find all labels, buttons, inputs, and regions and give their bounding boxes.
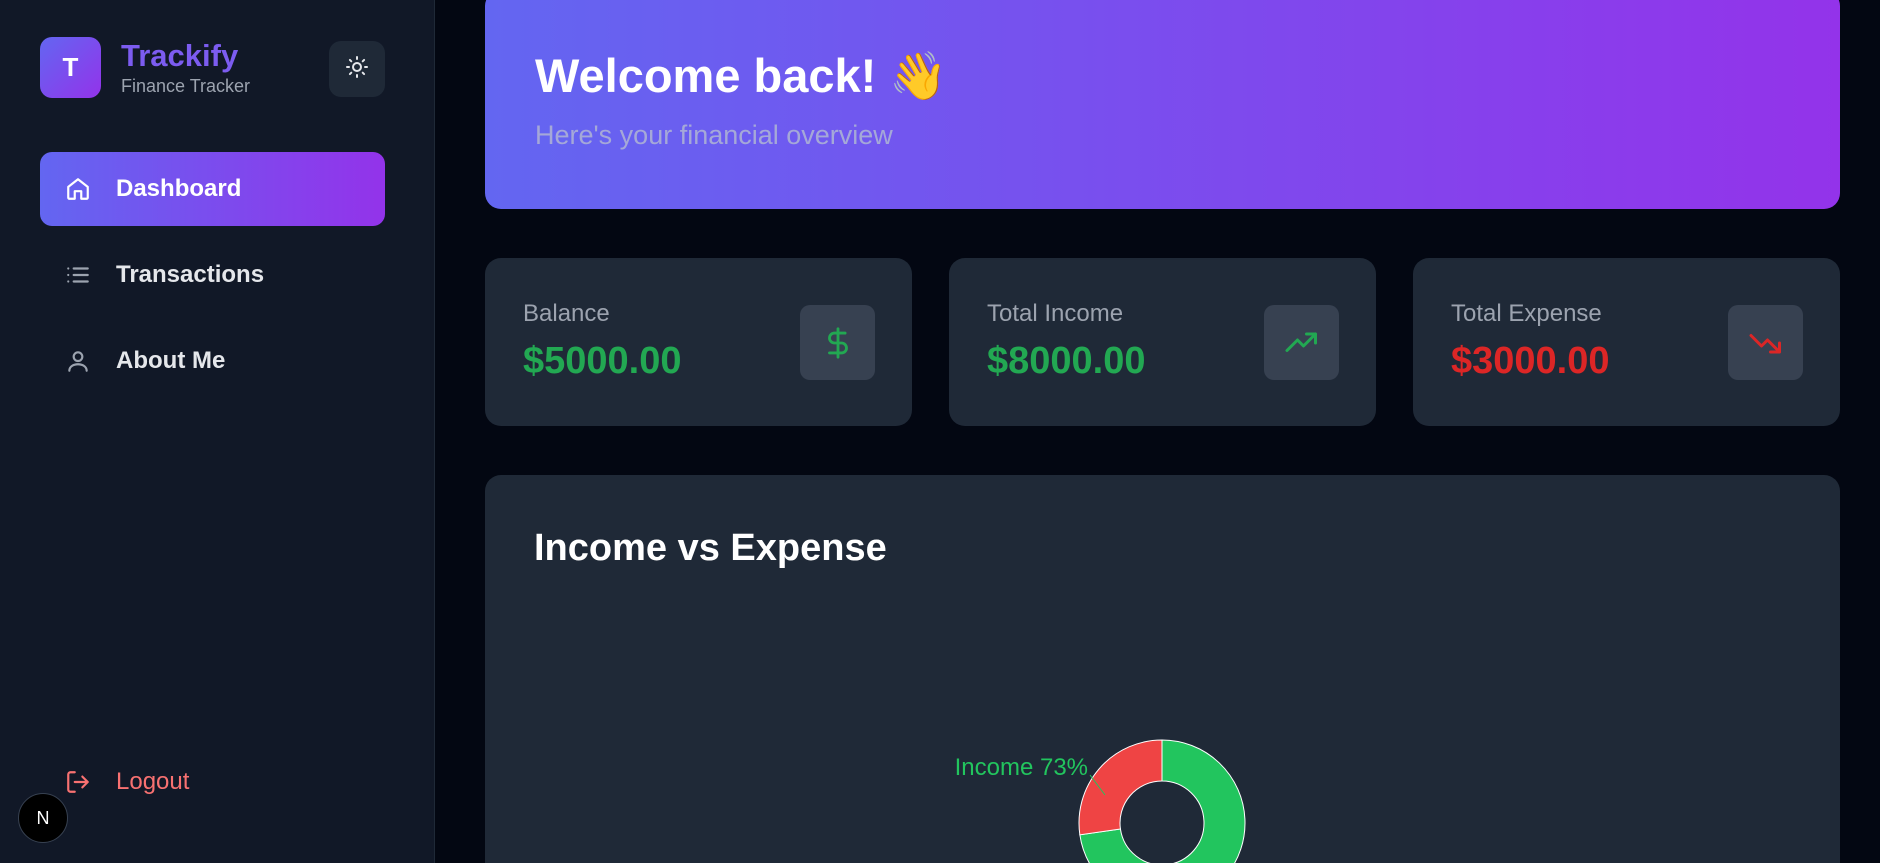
slice-label-income: Income 73%: [955, 754, 1088, 781]
trending-down-icon: [1728, 305, 1803, 380]
logout-label: Logout: [116, 768, 190, 795]
card-label: Balance: [523, 300, 610, 327]
card-label: Total Expense: [1451, 300, 1602, 327]
user-icon: [64, 347, 92, 375]
sidebar-item-label: About Me: [116, 347, 226, 374]
card-value: $8000.00: [987, 340, 1146, 382]
home-icon: [64, 175, 92, 203]
dollar-icon: [800, 305, 875, 380]
sidebar: T Trackify Finance Tracker Dashboard Tra…: [0, 0, 435, 863]
welcome-banner: Welcome back! 👋 Here's your financial ov…: [485, 0, 1840, 209]
logout-button[interactable]: Logout: [40, 745, 385, 819]
sidebar-item-transactions[interactable]: Transactions: [40, 238, 385, 312]
app-name: Trackify: [121, 38, 239, 73]
chart-panel: Income vs Expense Income 73%: [485, 475, 1840, 863]
sidebar-item-label: Dashboard: [116, 175, 242, 202]
sidebar-item-dashboard[interactable]: Dashboard: [40, 152, 385, 226]
card-value: $5000.00: [523, 340, 682, 382]
sidebar-nav: Dashboard Transactions About Me: [40, 152, 385, 410]
app-logo: T: [40, 37, 101, 98]
brand[interactable]: T Trackify Finance Tracker: [40, 37, 250, 98]
app-subtitle: Finance Tracker: [121, 76, 251, 96]
list-icon: [64, 261, 92, 289]
page-subtitle: Here's your financial overview: [535, 120, 893, 150]
sun-icon: [345, 55, 369, 84]
summary-cards: Balance $5000.00 Total Income $8000.00 T…: [485, 258, 1840, 426]
logout-icon: [64, 768, 92, 796]
donut-chart: Income 73%: [955, 739, 1246, 863]
card-value: $3000.00: [1451, 340, 1610, 382]
balance-card: Balance $5000.00: [485, 258, 912, 426]
sidebar-item-about-me[interactable]: About Me: [40, 324, 385, 398]
pie-slice-expense[interactable]: [1078, 739, 1163, 836]
theme-toggle-button[interactable]: [329, 41, 385, 97]
card-label: Total Income: [987, 300, 1124, 327]
trending-up-icon: [1264, 305, 1339, 380]
sidebar-item-label: Transactions: [116, 261, 265, 288]
page-title: Welcome back! 👋: [535, 49, 948, 102]
income-card: Total Income $8000.00: [949, 258, 1376, 426]
dev-badge[interactable]: N: [18, 793, 68, 843]
expense-card: Total Expense $3000.00: [1413, 258, 1840, 426]
